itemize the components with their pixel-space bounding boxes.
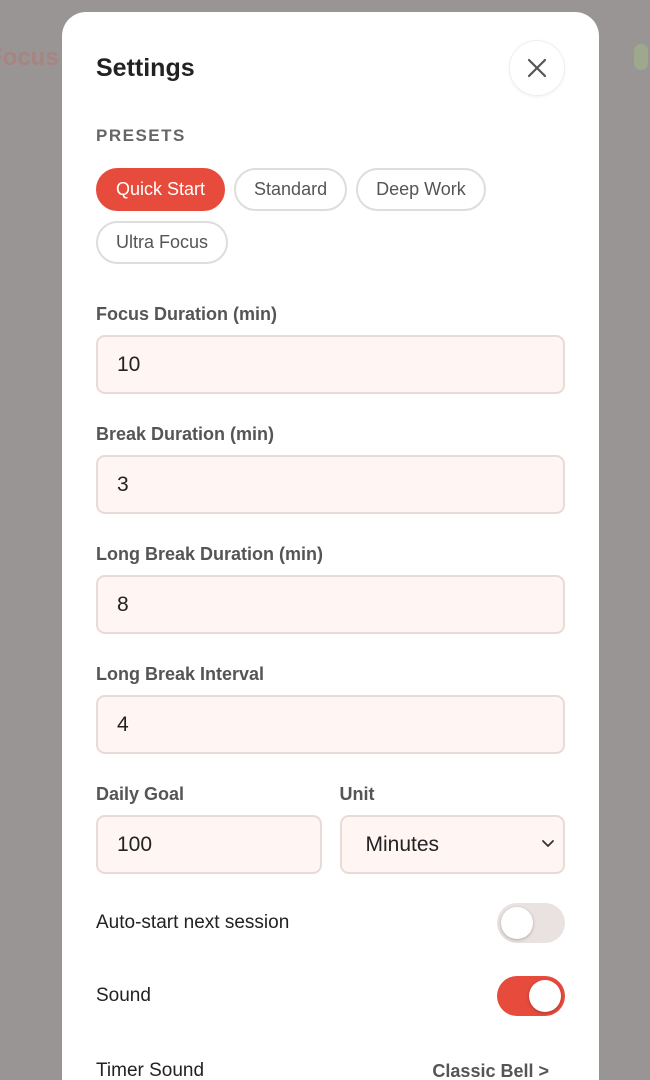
preset-quick-start[interactable]: Quick Start bbox=[96, 168, 226, 211]
timer-sound-label: Timer Sound bbox=[96, 1060, 205, 1080]
preset-standard[interactable]: Standard bbox=[234, 168, 348, 211]
modal-title: Settings bbox=[96, 54, 195, 82]
daily-goal-label: Daily Goal bbox=[96, 784, 185, 804]
daily-goal-field: Daily Goal bbox=[96, 784, 322, 874]
focus-duration-label: Focus Duration (min) bbox=[96, 304, 277, 324]
preset-list: Quick Start Standard Deep Work Ultra Foc… bbox=[96, 168, 516, 264]
long-break-interval-label: Long Break Interval bbox=[96, 664, 265, 684]
daily-goal-input[interactable] bbox=[96, 815, 322, 874]
auto-start-label: Auto-start next session bbox=[96, 912, 290, 933]
background-app-title: Focus bbox=[0, 44, 59, 71]
long-break-duration-field: Long Break Duration (min) bbox=[96, 544, 565, 634]
break-duration-input[interactable] bbox=[96, 455, 565, 514]
timer-sound-row[interactable]: Timer Sound Classic Bell > bbox=[96, 1056, 565, 1080]
close-button[interactable] bbox=[509, 40, 565, 96]
preset-ultra-focus[interactable]: Ultra Focus bbox=[96, 221, 229, 264]
sound-label: Sound bbox=[96, 985, 151, 1006]
long-break-interval-field: Long Break Interval bbox=[96, 664, 565, 754]
auto-start-row: Auto-start next session bbox=[96, 903, 565, 943]
modal-header: Settings bbox=[96, 12, 565, 122]
goal-row: Daily Goal Unit Minutes bbox=[96, 784, 565, 874]
break-duration-label: Break Duration (min) bbox=[96, 424, 275, 444]
chevron-down-icon bbox=[542, 840, 554, 847]
preset-deep-work[interactable]: Deep Work bbox=[356, 168, 486, 211]
toggle-knob bbox=[501, 907, 533, 939]
break-duration-field: Break Duration (min) bbox=[96, 424, 565, 514]
long-break-duration-input[interactable] bbox=[96, 575, 565, 634]
long-break-duration-label: Long Break Duration (min) bbox=[96, 544, 324, 564]
focus-duration-field: Focus Duration (min) bbox=[96, 304, 565, 394]
sound-row: Sound bbox=[96, 976, 565, 1016]
sound-toggle[interactable] bbox=[497, 976, 565, 1016]
unit-select[interactable]: Minutes bbox=[339, 815, 565, 874]
focus-duration-input[interactable] bbox=[96, 335, 565, 394]
background-element bbox=[634, 44, 648, 70]
presets-label: PRESETS bbox=[96, 126, 186, 145]
toggle-knob bbox=[529, 980, 561, 1012]
auto-start-toggle[interactable] bbox=[497, 903, 565, 943]
long-break-interval-input[interactable] bbox=[96, 695, 565, 754]
close-icon bbox=[527, 58, 547, 78]
settings-modal: Settings PRESETS Quick Start Standard De… bbox=[62, 12, 599, 1080]
timer-sound-value[interactable]: Classic Bell > bbox=[432, 1061, 565, 1080]
unit-select-value: Minutes bbox=[365, 832, 440, 856]
unit-field: Unit Minutes bbox=[339, 784, 565, 874]
unit-label: Unit bbox=[339, 784, 375, 804]
